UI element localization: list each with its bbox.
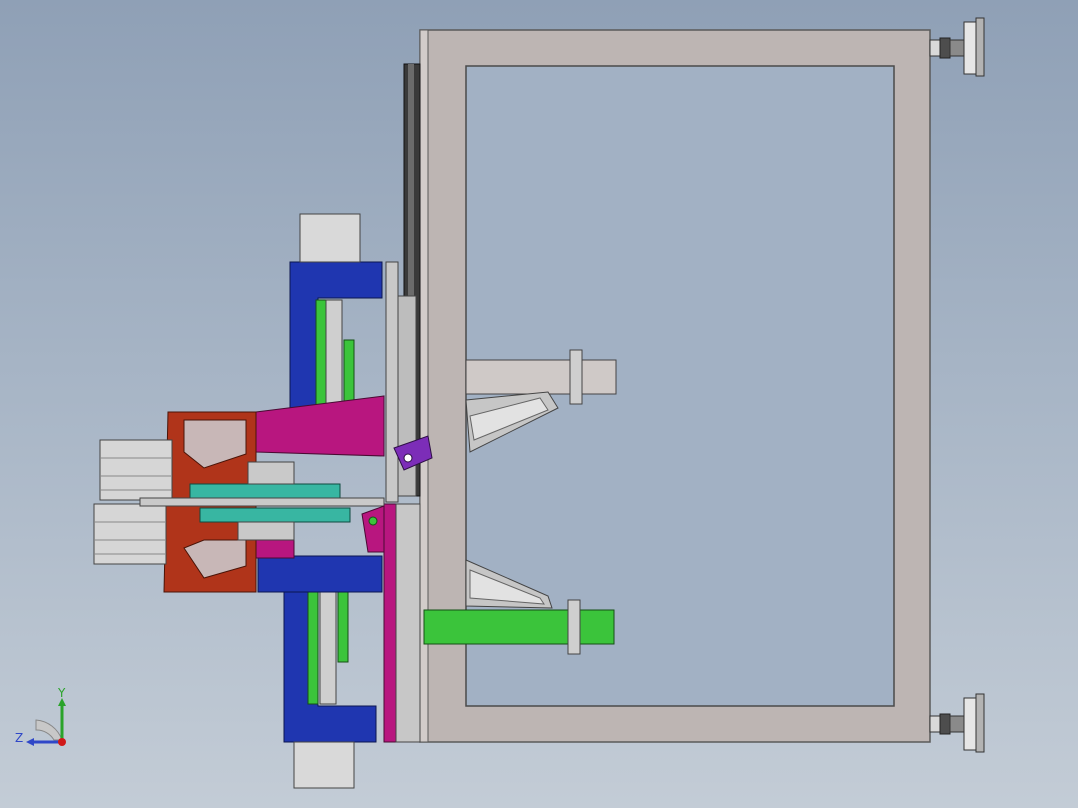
lower-blue-bracket[interactable] bbox=[257, 555, 383, 789]
center-shaft[interactable] bbox=[139, 497, 385, 507]
leveling-foot-top[interactable] bbox=[929, 17, 985, 77]
axis-y-label: Y bbox=[58, 686, 66, 700]
vertical-rail-plate[interactable] bbox=[383, 63, 421, 743]
motor-upper[interactable] bbox=[99, 439, 173, 501]
leveling-foot-bottom[interactable] bbox=[929, 693, 985, 753]
magenta-clamp[interactable] bbox=[361, 505, 385, 553]
cad-viewport[interactable]: Y Z bbox=[0, 0, 1078, 808]
upper-blue-bracket[interactable] bbox=[289, 213, 383, 413]
motor-lower[interactable] bbox=[93, 503, 167, 565]
cad-model-view[interactable] bbox=[0, 0, 1078, 808]
axis-triad-icon bbox=[26, 698, 66, 746]
axis-z-label: Z bbox=[15, 731, 24, 745]
